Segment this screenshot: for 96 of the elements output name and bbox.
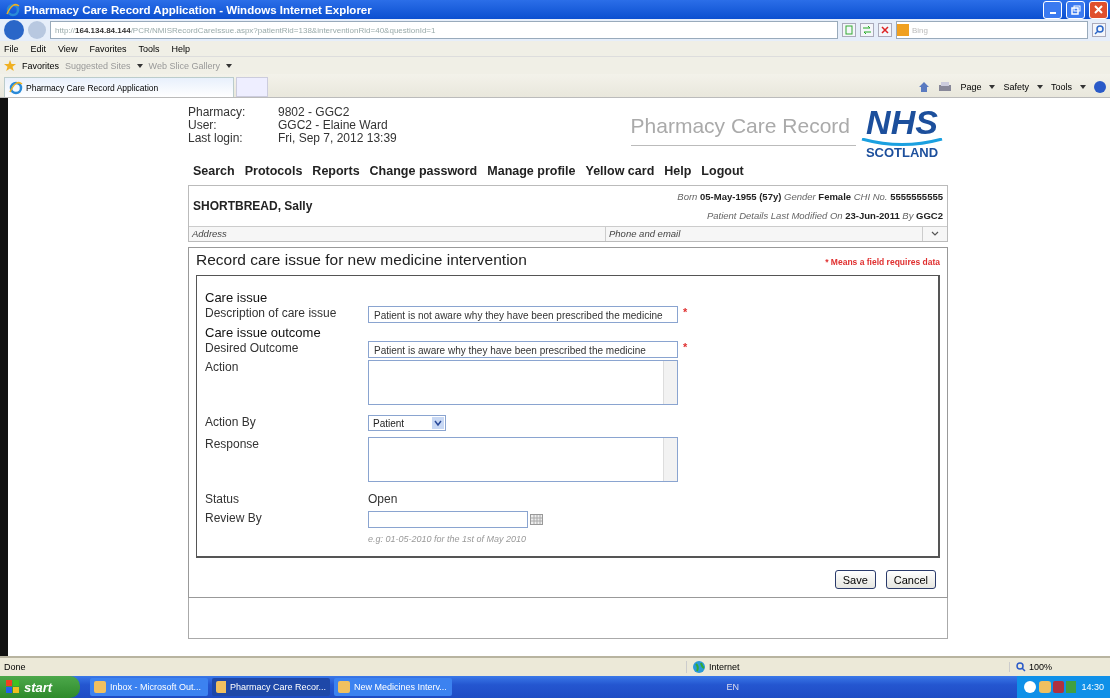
field-label: Desired Outcome <box>205 341 300 355</box>
start-button[interactable]: start <box>0 676 80 698</box>
field-label: User: <box>188 119 217 132</box>
nav-link[interactable]: Logout <box>701 164 744 178</box>
globe-icon <box>693 661 705 673</box>
field-label: Review By <box>205 511 263 525</box>
browser-tab[interactable]: Pharmacy Care Record Application <box>4 77 234 97</box>
menu-item[interactable]: Edit <box>30 43 47 54</box>
save-button[interactable]: Save <box>834 570 876 589</box>
nav-link[interactable]: Help <box>664 164 692 178</box>
nav-link[interactable]: Protocols <box>244 164 303 178</box>
close-icon <box>1094 5 1103 14</box>
field-value: 9802 - GGC2 <box>278 106 351 119</box>
taskbar-button[interactable]: Pharmacy Care Recor... <box>212 678 330 696</box>
dropdown[interactable]: Patient <box>368 415 446 431</box>
wave-icon <box>860 138 944 146</box>
command-menu[interactable]: Page <box>960 82 982 92</box>
minimize-button[interactable] <box>1043 0 1062 19</box>
browser-logo-icon <box>6 2 20 17</box>
nav-link[interactable]: Yellow card <box>585 164 655 178</box>
status-value: Open <box>368 492 398 506</box>
nav-link[interactable]: Manage profile <box>487 164 576 178</box>
logo-text: NHS <box>866 106 938 138</box>
clock: 14:30 <box>1081 682 1104 692</box>
field-value: Fri, Sep 7, 2012 13:39 <box>278 132 397 145</box>
logo-subtitle: SCOTLAND <box>865 146 939 160</box>
app-icon <box>216 681 226 693</box>
caret-icon[interactable] <box>1080 85 1086 89</box>
field-label: Action <box>205 360 240 374</box>
menu-item[interactable]: Tools <box>138 43 160 54</box>
calendar-icon[interactable] <box>530 514 543 525</box>
taskbar-button[interactable]: New Medicines Interv... <box>334 678 452 696</box>
cancel-button[interactable]: Cancel <box>885 570 936 589</box>
contact-header: Phone and email <box>605 227 922 241</box>
menu-item[interactable]: File <box>4 43 19 54</box>
caret-icon[interactable] <box>136 63 143 68</box>
home-icon[interactable] <box>918 81 931 93</box>
caret-icon[interactable] <box>225 63 232 68</box>
menu-item[interactable]: Help <box>171 43 190 54</box>
field-label: Response <box>205 437 261 451</box>
zoom-icon <box>1016 662 1026 672</box>
patient-details: Born 05-May-1955 (57y) Gender Female CHI No. 5555555555 <box>677 190 943 204</box>
modified-info: Patient Details Last Modified On 23-Jun-2011 By GGC2 <box>705 209 943 223</box>
status-text: Done <box>4 662 26 672</box>
menu-item[interactable]: View <box>58 43 78 54</box>
app-title: Pharmacy Care Record <box>630 106 856 146</box>
text-field[interactable]: Patient is not aware why they have been prescribed the medicine <box>368 306 678 323</box>
form-title: Record care issue for new medicine intervention <box>196 251 527 269</box>
nav-link[interactable]: Reports <box>312 164 360 178</box>
nav-link[interactable]: Search <box>193 164 235 178</box>
printer-icon[interactable] <box>938 81 953 93</box>
required-mark: * <box>683 341 688 353</box>
minimize-icon <box>1049 11 1056 14</box>
restore-button[interactable] <box>1066 0 1085 19</box>
zoom-level[interactable]: 100% <box>1029 662 1053 672</box>
app-icon <box>94 681 106 693</box>
date-field[interactable] <box>368 511 528 528</box>
favorites-button[interactable]: Favorites <box>22 60 59 71</box>
section-heading: Care issue outcome <box>205 325 322 340</box>
restore-icon <box>1070 4 1081 15</box>
language-indicator[interactable]: EN <box>726 682 739 692</box>
field-label: Pharmacy: <box>188 106 247 119</box>
taskbar-button[interactable]: Inbox - Microsoft Out... <box>90 678 208 696</box>
windows-logo-icon <box>6 680 20 694</box>
command-menu[interactable]: Safety <box>1003 82 1029 92</box>
dropdown-arrow-icon <box>432 417 444 429</box>
field-label: Description of care issue <box>205 306 338 320</box>
browser-logo-icon <box>9 80 23 95</box>
caret-icon[interactable] <box>989 85 996 89</box>
required-mark: * <box>683 306 688 318</box>
star-icon <box>4 59 16 72</box>
field-label: Action By <box>205 415 257 429</box>
format-hint: e.g: 01-05-2010 for the 1st of May 2010 <box>368 534 528 544</box>
zone-label: Internet <box>709 662 740 672</box>
address-field[interactable]: http://164.134.84.144/PCR/NMISRecordCareIssue.aspx?patientRid=138&interventionRid=40&questionId=1 <box>50 21 838 39</box>
close-button[interactable] <box>1089 0 1108 19</box>
menu-item[interactable]: Favorites <box>89 43 127 54</box>
search-icon[interactable] <box>1092 23 1106 37</box>
text-field[interactable]: Patient is aware why they have been prescribed the medicine <box>368 341 678 358</box>
app-icon <box>338 681 350 693</box>
address-header: Address <box>191 227 228 241</box>
field-value: GGC2 - Elaine Ward <box>278 119 389 132</box>
required-note: * Means a field requires data <box>825 257 940 267</box>
window-title: Pharmacy Care Record Application - Windows Internet Explorer <box>24 3 373 16</box>
tray-icons-drawing <box>1023 680 1078 694</box>
text-area[interactable] <box>368 437 678 482</box>
stop-icon[interactable] <box>878 23 892 37</box>
nav-link[interactable]: Change password <box>369 164 478 178</box>
command-menu[interactable]: Tools <box>1051 82 1072 92</box>
section-heading: Care issue <box>205 290 269 305</box>
field-label: Last login: <box>188 132 244 145</box>
text-area[interactable] <box>368 360 678 405</box>
patient-name: SHORTBREAD, Sally <box>193 199 313 213</box>
caret-icon[interactable] <box>1037 85 1043 89</box>
search-provider-icon <box>897 24 909 36</box>
field-label: Status <box>205 492 241 506</box>
